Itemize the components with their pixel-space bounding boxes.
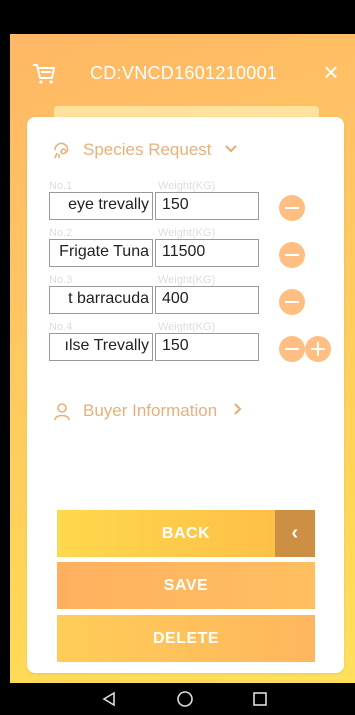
species-row: No.2 Weight(KG) Frigate Tuna 11500 — [49, 227, 339, 271]
chevron-right-icon[interactable] — [233, 402, 243, 421]
remove-row-button[interactable] — [279, 195, 305, 221]
weight-field[interactable]: 150 — [155, 192, 259, 220]
chevron-left-icon[interactable]: ‹ — [275, 510, 315, 557]
weight-label: Weight(KG) — [158, 180, 216, 192]
minus-icon — [285, 254, 299, 256]
remove-row-button[interactable] — [279, 289, 305, 315]
species-row: No.4 Weight(KG) ılse Trevally 150 — [49, 321, 339, 365]
row-number-label: No.4 — [49, 321, 73, 333]
weight-label: Weight(KG) — [158, 274, 216, 286]
cart-icon[interactable] — [32, 63, 56, 85]
remove-row-button[interactable] — [279, 242, 305, 268]
delete-button-label: DELETE — [152, 629, 220, 647]
row-number-label: No.3 — [49, 274, 73, 286]
species-icon — [51, 139, 73, 161]
weight-field[interactable]: 11500 — [155, 239, 259, 267]
remove-row-button[interactable] — [279, 336, 305, 362]
minus-icon — [285, 207, 299, 209]
status-bar — [0, 0, 355, 34]
save-button[interactable]: SAVE — [57, 562, 315, 609]
recents-square-icon[interactable] — [250, 689, 270, 709]
species-request-title: Species Request — [83, 140, 212, 159]
weight-label: Weight(KG) — [158, 321, 216, 333]
species-row: No.3 Weight(KG) t barracuda 400 — [49, 274, 339, 318]
species-row: No.1 Weight(KG) eye trevally 150 — [49, 180, 339, 224]
buyer-information-title: Buyer Information — [83, 401, 218, 420]
species-field[interactable]: t barracuda — [49, 286, 153, 314]
close-icon[interactable]: × — [319, 59, 343, 85]
minus-icon — [285, 348, 299, 350]
back-button-label: BACK — [161, 524, 211, 542]
row-number-label: No.1 — [49, 180, 73, 192]
plus-icon — [317, 342, 319, 356]
row-number-label: No.2 — [49, 227, 73, 239]
app-screen: CD:VNCD1601210001 × Species Request No.1… — [10, 34, 355, 683]
species-field[interactable]: ılse Trevally — [49, 333, 153, 361]
weight-field[interactable]: 400 — [155, 286, 259, 314]
back-button[interactable]: BACK ‹ — [57, 510, 315, 557]
weight-field[interactable]: 150 — [155, 333, 259, 361]
minus-icon — [285, 301, 299, 303]
delete-button[interactable]: DELETE — [57, 615, 315, 662]
system-nav-bar — [0, 683, 355, 715]
add-row-button[interactable] — [305, 336, 331, 362]
species-field[interactable]: Frigate Tuna — [49, 239, 153, 267]
buyer-information-header[interactable]: Buyer Information — [51, 400, 243, 422]
home-circle-icon[interactable] — [175, 689, 195, 709]
save-button-label: SAVE — [163, 576, 209, 594]
species-request-header[interactable]: Species Request — [51, 139, 238, 161]
person-icon — [51, 400, 73, 422]
header: CD:VNCD1601210001 × — [10, 56, 355, 96]
species-field[interactable]: eye trevally — [49, 192, 153, 220]
order-code-title: CD:VNCD1601210001 — [90, 63, 278, 83]
back-triangle-icon[interactable] — [99, 689, 119, 709]
weight-label: Weight(KG) — [158, 227, 216, 239]
chevron-down-icon[interactable] — [224, 141, 238, 159]
